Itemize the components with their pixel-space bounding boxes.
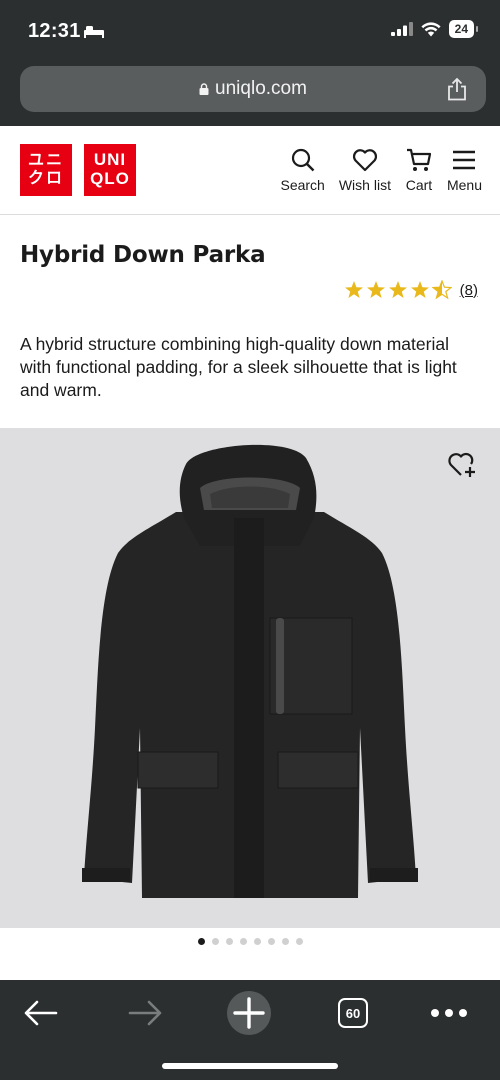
plus-icon [227, 991, 271, 1035]
wifi-icon [421, 21, 441, 36]
status-indicators: 24 [390, 20, 479, 38]
nav-search-label: Search [280, 177, 325, 193]
star-icon [366, 281, 385, 298]
product-image-carousel[interactable] [0, 428, 500, 928]
product-description: A hybrid structure combining high-qualit… [20, 334, 457, 400]
nav-wishlist[interactable]: Wish list [339, 146, 391, 193]
tabs-count: 60 [338, 998, 368, 1028]
more-button[interactable] [424, 988, 474, 1038]
nav-cart-label: Cart [405, 177, 433, 193]
nav-menu-label: Menu [446, 177, 482, 193]
hamburger-menu-icon [453, 150, 476, 170]
logo-en-line1: UNI [93, 150, 127, 169]
signal-icon [390, 22, 413, 36]
battery-indicator: 24 [448, 20, 479, 38]
logo-jp-line2: クロ [27, 168, 64, 187]
carousel-dot-active[interactable] [197, 938, 205, 945]
nav-search[interactable]: Search [280, 146, 325, 193]
forward-button[interactable] [120, 988, 170, 1038]
product-rating[interactable]: (8) [344, 280, 478, 300]
header-nav: Search Wish list Cart Menu [266, 146, 482, 193]
nav-wishlist-label: Wish list [338, 177, 391, 193]
carousel-pagination [0, 938, 500, 945]
lock-icon [199, 83, 209, 95]
back-button[interactable] [16, 988, 66, 1038]
logo-en-line2: QLO [90, 169, 130, 188]
cart-icon [406, 148, 432, 171]
tabs-button[interactable]: 60 [328, 988, 378, 1038]
uniqlo-logo-japanese[interactable]: ユニ クロ [20, 144, 72, 196]
new-tab-button[interactable] [224, 988, 274, 1038]
star-icon [344, 281, 363, 298]
carousel-dot[interactable] [267, 938, 275, 945]
nav-menu[interactable]: Menu [447, 146, 482, 193]
status-time: 12:31 [28, 20, 81, 42]
share-icon[interactable] [446, 77, 468, 101]
search-icon [291, 148, 315, 172]
home-indicator[interactable] [162, 1063, 338, 1069]
bed-icon [84, 26, 104, 38]
review-count-link[interactable]: (8) [460, 282, 478, 299]
star-icon [410, 281, 429, 298]
star-rating [344, 280, 452, 300]
heart-icon [352, 149, 377, 172]
uniqlo-logo[interactable]: UNI QLO [84, 144, 136, 196]
arrow-right-icon [128, 1000, 162, 1026]
site-header: ユニ クロ UNI QLO Search Wish list Cart Menu [0, 126, 500, 215]
address-text-wrap: uniqlo.com [20, 78, 486, 100]
nav-cart[interactable]: Cart [405, 146, 433, 193]
carousel-dot[interactable] [281, 938, 289, 945]
logo-jp-line1: ユニ [27, 150, 64, 169]
heart-plus-icon[interactable] [446, 448, 478, 480]
half-star-icon [431, 280, 452, 300]
address-bar[interactable]: uniqlo.com [20, 66, 486, 112]
jacket-photo [82, 444, 418, 898]
product-title: Hybrid Down Parka [20, 242, 266, 268]
carousel-dot[interactable] [295, 938, 303, 945]
carousel-dot[interactable] [239, 938, 247, 945]
star-icon [388, 281, 407, 298]
arrow-left-icon [24, 1000, 58, 1026]
ellipsis-icon [431, 1009, 467, 1017]
address-text: uniqlo.com [215, 78, 307, 99]
carousel-dot[interactable] [211, 938, 219, 945]
status-bar: 12:31 24 [0, 0, 500, 62]
browser-chrome-top: uniqlo.com [0, 62, 500, 126]
carousel-dot[interactable] [225, 938, 233, 945]
carousel-dot[interactable] [253, 938, 261, 945]
